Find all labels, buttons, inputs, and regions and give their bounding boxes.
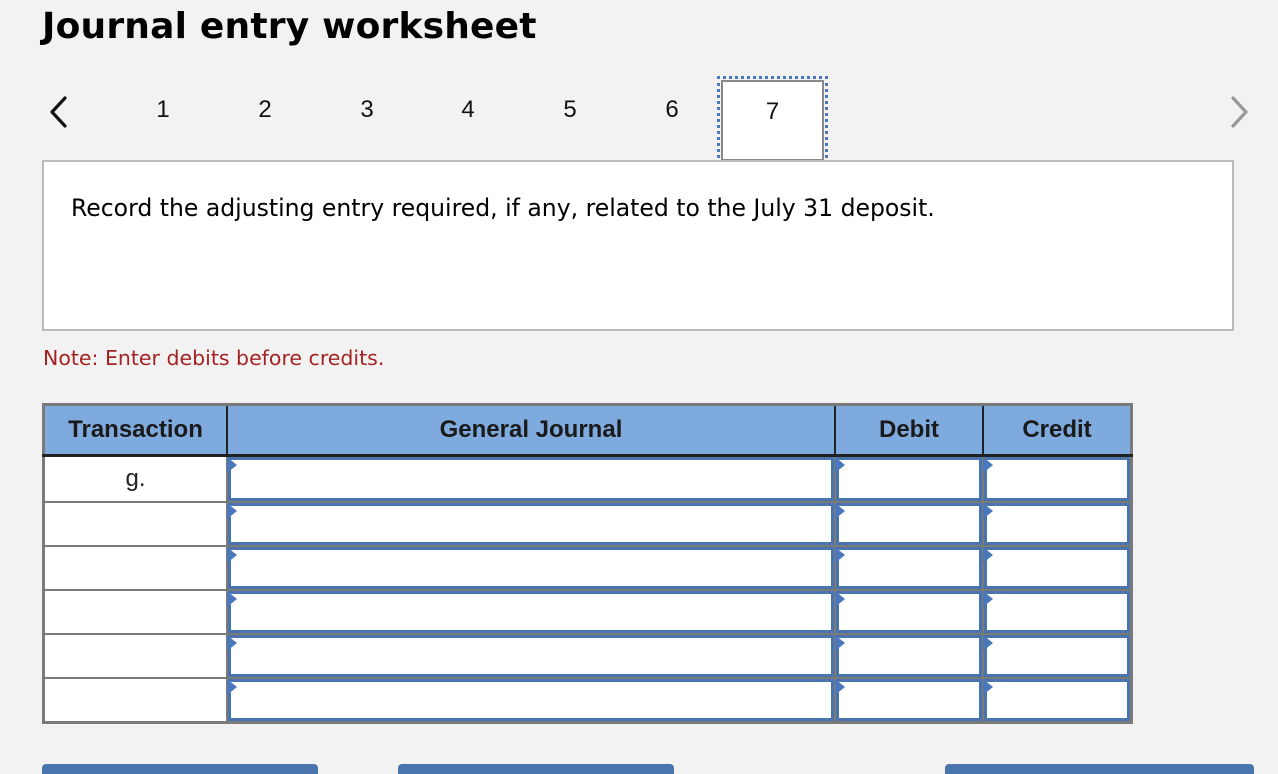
debit-cell <box>834 454 984 503</box>
table-row <box>43 633 1132 679</box>
account-input[interactable] <box>228 503 834 545</box>
credit-cell <box>982 454 1132 503</box>
dropdown-indicator-icon <box>983 457 993 473</box>
dropdown-indicator-icon <box>227 591 237 607</box>
previous-button[interactable] <box>46 94 72 130</box>
credit-input[interactable] <box>984 503 1130 545</box>
account-cell <box>226 677 836 724</box>
credit-cell <box>982 589 1132 635</box>
page-tab-6[interactable]: 6 <box>652 96 692 124</box>
dropdown-indicator-icon <box>983 635 993 651</box>
table-row <box>43 545 1132 591</box>
debit-cell <box>834 633 984 679</box>
column-header-debit: Debit <box>834 404 984 457</box>
page-tab-2[interactable]: 2 <box>245 96 285 124</box>
page-tab-3[interactable]: 3 <box>347 96 387 124</box>
debit-cell <box>834 545 984 591</box>
transaction-cell: g. <box>43 454 228 503</box>
view-general-journal-button[interactable] <box>945 764 1254 774</box>
transaction-cell <box>43 545 228 591</box>
table-row <box>43 501 1132 547</box>
account-cell <box>226 454 836 503</box>
debit-cell <box>834 589 984 635</box>
dropdown-indicator-icon <box>227 547 237 563</box>
debit-cell <box>834 501 984 547</box>
next-button[interactable] <box>1226 94 1252 130</box>
credit-input[interactable] <box>984 591 1130 633</box>
column-header-transaction: Transaction <box>43 404 228 457</box>
debit-input[interactable] <box>836 457 982 501</box>
debit-input[interactable] <box>836 591 982 633</box>
dropdown-indicator-icon <box>227 503 237 519</box>
page-tab-1[interactable]: 1 <box>143 96 183 124</box>
chevron-right-icon <box>1231 96 1248 128</box>
debit-input[interactable] <box>836 547 982 589</box>
dropdown-indicator-icon <box>835 635 845 651</box>
account-input[interactable] <box>228 547 834 589</box>
dropdown-indicator-icon <box>835 457 845 473</box>
debit-cell <box>834 677 984 724</box>
chevron-left-icon <box>50 96 67 128</box>
debit-input[interactable] <box>836 503 982 545</box>
question-prompt-text: Record the adjusting entry required, if … <box>71 194 935 222</box>
table-row <box>43 677 1132 724</box>
question-prompt-box: Record the adjusting entry required, if … <box>42 160 1234 331</box>
credit-input[interactable] <box>984 547 1130 589</box>
credit-input[interactable] <box>984 457 1130 501</box>
dropdown-indicator-icon <box>983 591 993 607</box>
account-cell <box>226 633 836 679</box>
debit-input[interactable] <box>836 635 982 677</box>
transaction-cell <box>43 633 228 679</box>
dropdown-indicator-icon <box>227 635 237 651</box>
page-tab-5[interactable]: 5 <box>550 96 590 124</box>
column-header-general-journal: General Journal <box>226 404 836 457</box>
dropdown-indicator-icon <box>227 457 237 473</box>
dropdown-indicator-icon <box>835 591 845 607</box>
page-tab-7-current[interactable]: 7 <box>717 76 828 165</box>
dropdown-indicator-icon <box>227 679 237 695</box>
dropdown-indicator-icon <box>983 503 993 519</box>
dropdown-indicator-icon <box>835 503 845 519</box>
credit-cell <box>982 633 1132 679</box>
dropdown-indicator-icon <box>983 679 993 695</box>
page-tab-4[interactable]: 4 <box>448 96 488 124</box>
table-row <box>43 589 1132 635</box>
credit-cell <box>982 545 1132 591</box>
instruction-note: Note: Enter debits before credits. <box>43 346 385 370</box>
credit-cell <box>982 501 1132 547</box>
clear-entry-button[interactable] <box>398 764 674 774</box>
credit-input[interactable] <box>984 635 1130 677</box>
account-input[interactable] <box>228 679 834 721</box>
table-row: g. <box>43 454 1132 503</box>
column-header-credit: Credit <box>982 404 1132 457</box>
page-title: Journal entry worksheet <box>42 6 537 47</box>
account-input[interactable] <box>228 635 834 677</box>
record-entry-button[interactable] <box>42 764 318 774</box>
account-cell <box>226 589 836 635</box>
account-cell <box>226 545 836 591</box>
dropdown-indicator-icon <box>835 679 845 695</box>
transaction-cell <box>43 677 228 724</box>
dropdown-indicator-icon <box>835 547 845 563</box>
debit-input[interactable] <box>836 679 982 721</box>
transaction-cell <box>43 501 228 547</box>
account-cell <box>226 501 836 547</box>
transaction-cell <box>43 589 228 635</box>
table-header-row: Transaction General Journal Debit Credit <box>43 404 1132 457</box>
account-input[interactable] <box>228 457 834 501</box>
dropdown-indicator-icon <box>983 547 993 563</box>
journal-entry-table: Transaction General Journal Debit Credit… <box>42 403 1133 724</box>
credit-input[interactable] <box>984 679 1130 721</box>
credit-cell <box>982 677 1132 724</box>
account-input[interactable] <box>228 591 834 633</box>
